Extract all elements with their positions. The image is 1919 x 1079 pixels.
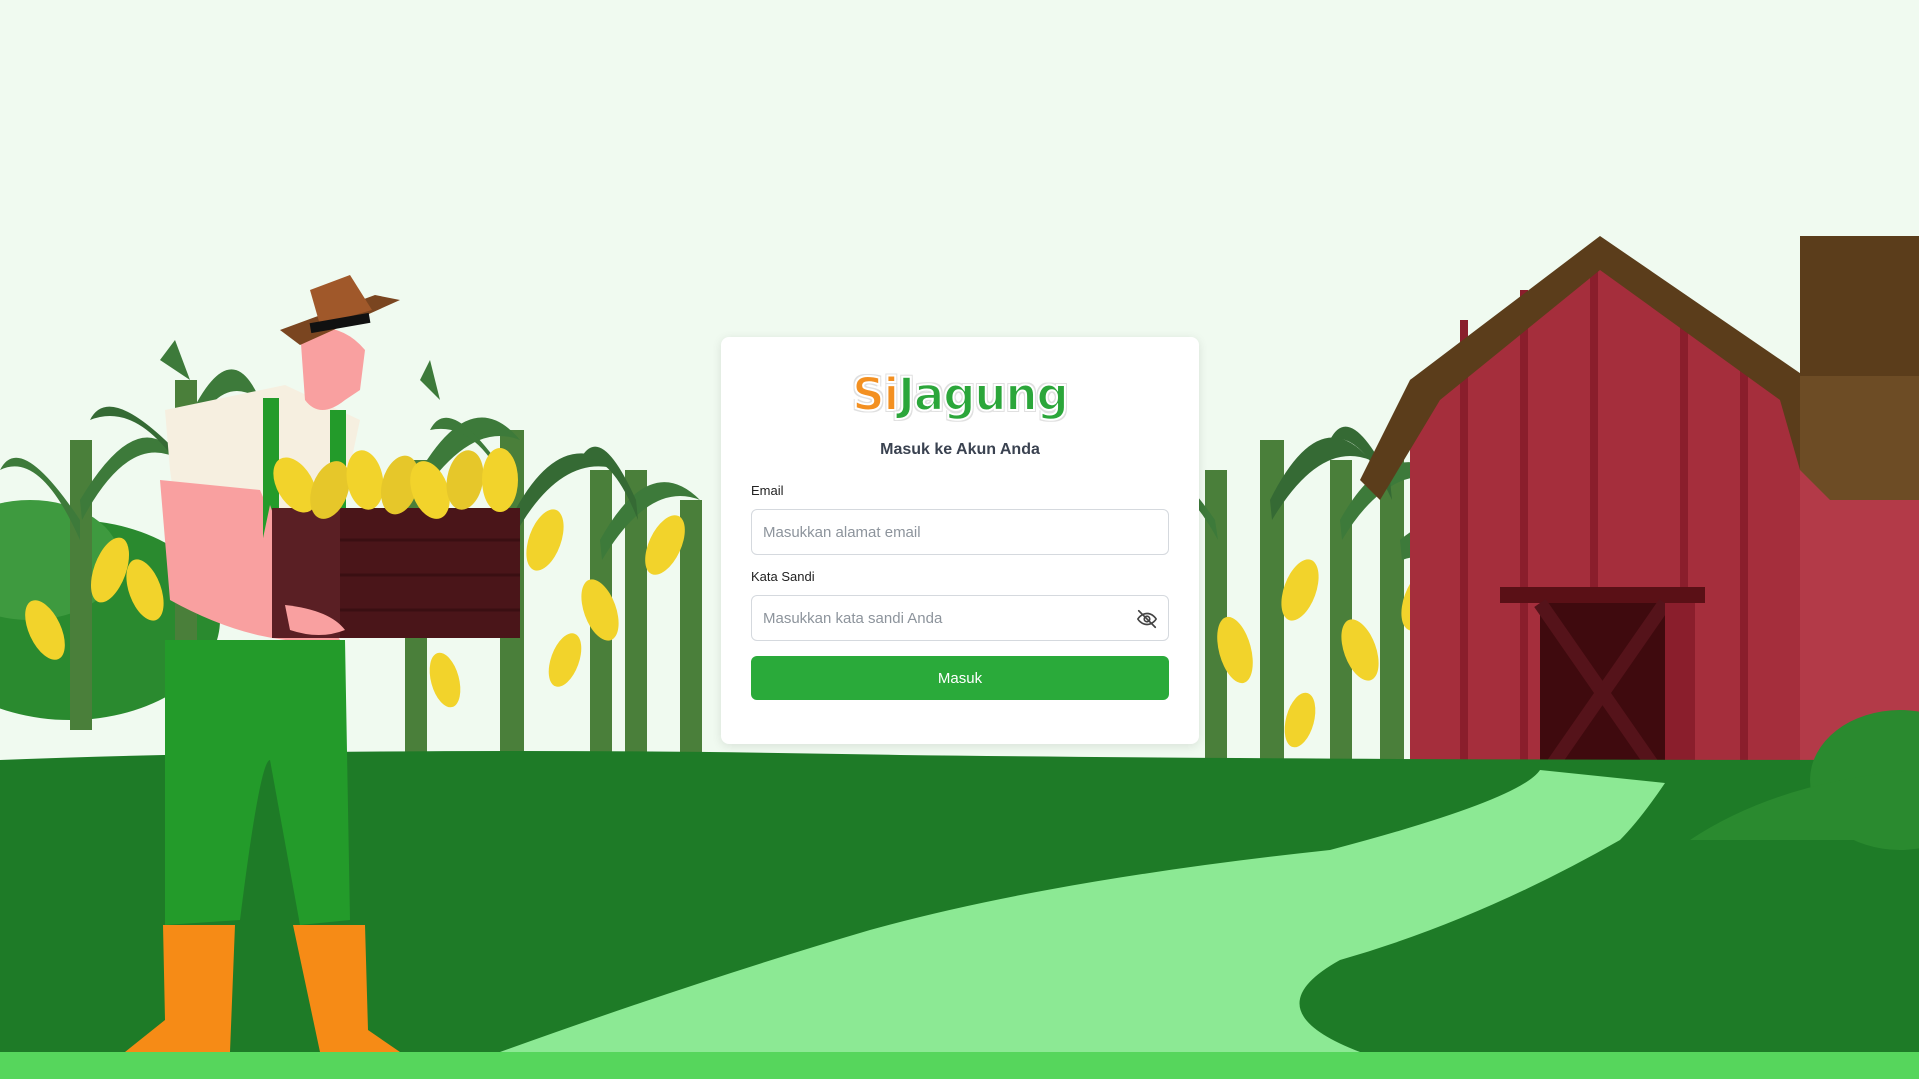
email-label: Email [751,483,784,498]
password-input[interactable] [752,596,1168,640]
email-input[interactable] [752,510,1168,554]
login-heading: Masuk ke Akun Anda [880,441,1040,458]
eye-off-icon[interactable] [1136,608,1158,630]
login-button[interactable]: Masuk [751,656,1169,700]
login-card: SiJagung Masuk ke Akun Anda Email Kata S… [721,337,1199,744]
password-field-wrapper [751,595,1169,641]
password-label: Kata Sandi [751,569,815,584]
grass-strip [0,1052,1919,1079]
logo-si: Si [851,367,900,422]
logo-jagung: Jagung [897,367,1070,422]
barn [1360,236,1919,790]
email-field-wrapper [751,509,1169,555]
app-logo: SiJagung [751,367,1169,423]
